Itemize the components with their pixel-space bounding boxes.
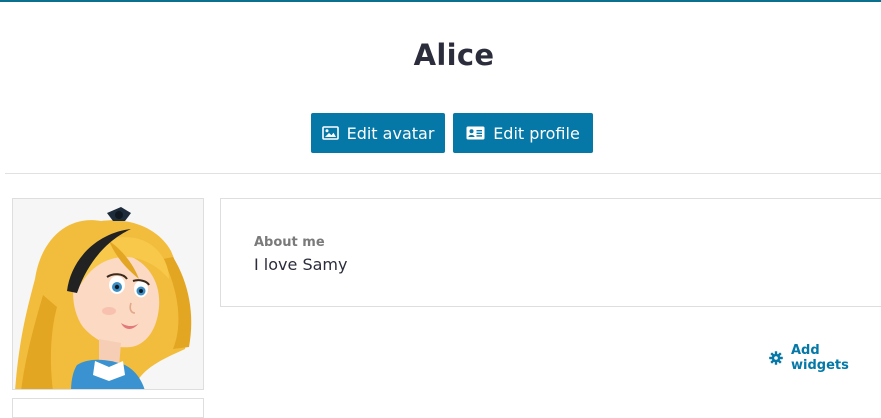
about-me-text: I love Samy: [254, 255, 348, 274]
id-card-icon: [466, 126, 485, 140]
add-widgets-label: Add widgets: [791, 343, 849, 373]
about-me-card: About me I love Samy: [220, 198, 881, 307]
about-me-label: About me: [254, 235, 325, 250]
add-widgets-button[interactable]: Add widgets: [769, 343, 881, 373]
avatar-image: [15, 207, 192, 389]
avatar: [12, 198, 204, 390]
edit-profile-label: Edit profile: [493, 123, 580, 143]
edit-avatar-label: Edit avatar: [346, 123, 435, 143]
top-accent-bar: [0, 0, 881, 2]
edit-avatar-button[interactable]: Edit avatar: [311, 113, 445, 153]
header-divider: [5, 173, 881, 174]
secondary-card: [12, 398, 204, 418]
page-title: Alice: [413, 38, 495, 72]
image-icon: [321, 126, 339, 140]
edit-profile-button[interactable]: Edit profile: [453, 113, 593, 153]
gear-icon: [769, 351, 783, 365]
